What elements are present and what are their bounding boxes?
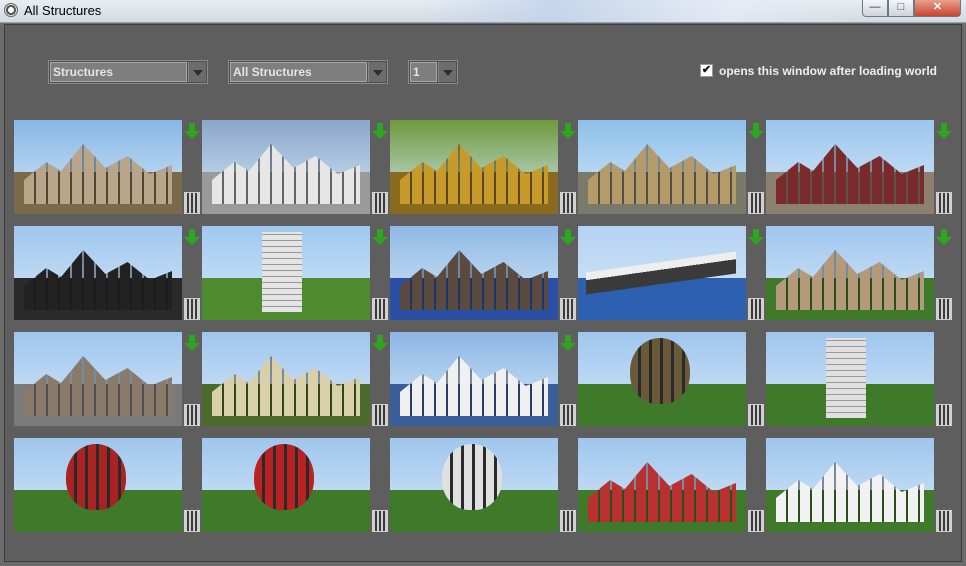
structure-card-round-hut[interactable]	[578, 438, 764, 533]
structure-thumbnail[interactable]	[14, 226, 182, 320]
filter-dropdown[interactable]: All Structures	[228, 60, 388, 84]
structure-card-balloon-red-white[interactable]	[202, 438, 388, 533]
chevron-down-icon[interactable]	[438, 62, 456, 82]
structure-card-balloon-red-black[interactable]	[14, 438, 200, 533]
category-dropdown[interactable]: Structures	[48, 60, 208, 84]
structure-thumbnail[interactable]	[578, 120, 746, 214]
download-arrow-icon[interactable]	[936, 229, 952, 245]
close-button[interactable]: ✕	[914, 0, 961, 17]
download-arrow-icon[interactable]	[372, 335, 388, 351]
structure-card-castle-city[interactable]	[14, 120, 200, 215]
structure-thumbnail[interactable]	[390, 226, 558, 320]
structure-thumbnail[interactable]	[14, 438, 182, 532]
download-arrow-icon[interactable]	[748, 123, 764, 139]
structure-card-dark-fortress[interactable]	[390, 226, 576, 321]
open-on-load-checkbox[interactable]: ✔	[700, 64, 713, 77]
page-dropdown-value: 1	[410, 62, 437, 82]
structure-card-grand-temple[interactable]	[14, 332, 200, 427]
download-arrow-icon[interactable]	[748, 229, 764, 245]
app-icon	[4, 3, 18, 17]
options-grip-icon[interactable]	[936, 404, 952, 426]
structure-thumbnail[interactable]	[14, 120, 182, 214]
options-grip-icon[interactable]	[372, 192, 388, 214]
title-bar: All Structures	[0, 0, 966, 23]
structure-thumbnail[interactable]	[766, 438, 934, 532]
filter-dropdown-value: All Structures	[230, 62, 367, 82]
structure-card-golden-village[interactable]	[390, 120, 576, 215]
structure-thumbnail[interactable]	[202, 332, 370, 426]
maximize-button[interactable]: □	[888, 0, 914, 17]
window-title: All Structures	[24, 3, 102, 18]
structure-thumbnail[interactable]	[578, 226, 746, 320]
structure-card-lighthouse[interactable]	[766, 332, 952, 427]
options-grip-icon[interactable]	[560, 510, 576, 532]
structure-thumbnail[interactable]	[766, 332, 934, 426]
options-grip-icon[interactable]	[748, 404, 764, 426]
structure-thumbnail[interactable]	[578, 332, 746, 426]
options-grip-icon[interactable]	[748, 298, 764, 320]
options-grip-icon[interactable]	[184, 510, 200, 532]
download-arrow-icon[interactable]	[184, 123, 200, 139]
download-arrow-icon[interactable]	[936, 123, 952, 139]
options-grip-icon[interactable]	[936, 298, 952, 320]
download-arrow-icon[interactable]	[372, 229, 388, 245]
options-grip-icon[interactable]	[372, 298, 388, 320]
structure-card-hotel-tower[interactable]	[202, 226, 388, 321]
download-arrow-icon[interactable]	[560, 335, 576, 351]
chevron-down-icon[interactable]	[368, 62, 386, 82]
options-grip-icon[interactable]	[560, 298, 576, 320]
structure-card-white-city[interactable]	[202, 120, 388, 215]
structure-thumbnail[interactable]	[14, 332, 182, 426]
structure-card-modern-house[interactable]	[766, 438, 952, 533]
structure-card-titanic[interactable]	[578, 226, 764, 321]
structure-card-domed-cathedral[interactable]	[766, 226, 952, 321]
structure-thumbnail[interactable]	[390, 438, 558, 532]
structure-thumbnail[interactable]	[202, 438, 370, 532]
structure-thumbnail[interactable]	[390, 332, 558, 426]
page-dropdown[interactable]: 1	[408, 60, 458, 84]
options-grip-icon[interactable]	[748, 510, 764, 532]
structure-card-palace[interactable]	[578, 120, 764, 215]
options-grip-icon[interactable]	[372, 404, 388, 426]
minimize-button[interactable]: —	[862, 0, 888, 17]
download-arrow-icon[interactable]	[560, 229, 576, 245]
structure-card-balloon-white-red[interactable]	[390, 438, 576, 533]
structure-card-hot-air-balloon-gold[interactable]	[578, 332, 764, 427]
options-grip-icon[interactable]	[372, 510, 388, 532]
structure-thumbnail[interactable]	[202, 226, 370, 320]
structure-thumbnail[interactable]	[202, 120, 370, 214]
download-arrow-icon[interactable]	[184, 335, 200, 351]
chevron-down-icon[interactable]	[188, 62, 206, 82]
structure-thumbnail[interactable]	[578, 438, 746, 532]
structure-card-airship-station[interactable]	[390, 332, 576, 427]
structure-card-pagoda-town[interactable]	[766, 120, 952, 215]
structure-thumbnail[interactable]	[390, 120, 558, 214]
download-arrow-icon[interactable]	[560, 123, 576, 139]
structure-thumbnail[interactable]	[766, 120, 934, 214]
options-grip-icon[interactable]	[184, 404, 200, 426]
open-on-load-label: opens this window after loading world	[719, 64, 938, 78]
options-grip-icon[interactable]	[560, 404, 576, 426]
download-arrow-icon[interactable]	[184, 229, 200, 245]
structure-thumbnail[interactable]	[766, 226, 934, 320]
options-grip-icon[interactable]	[936, 510, 952, 532]
structure-card-hill-castle[interactable]	[202, 332, 388, 427]
structure-card-characters[interactable]	[14, 226, 200, 321]
options-grip-icon[interactable]	[184, 192, 200, 214]
download-arrow-icon[interactable]	[372, 123, 388, 139]
options-grip-icon[interactable]	[184, 298, 200, 320]
background-window-blur	[420, 0, 860, 22]
options-grip-icon[interactable]	[936, 192, 952, 214]
category-dropdown-value: Structures	[50, 62, 187, 82]
options-grip-icon[interactable]	[748, 192, 764, 214]
options-grip-icon[interactable]	[560, 192, 576, 214]
